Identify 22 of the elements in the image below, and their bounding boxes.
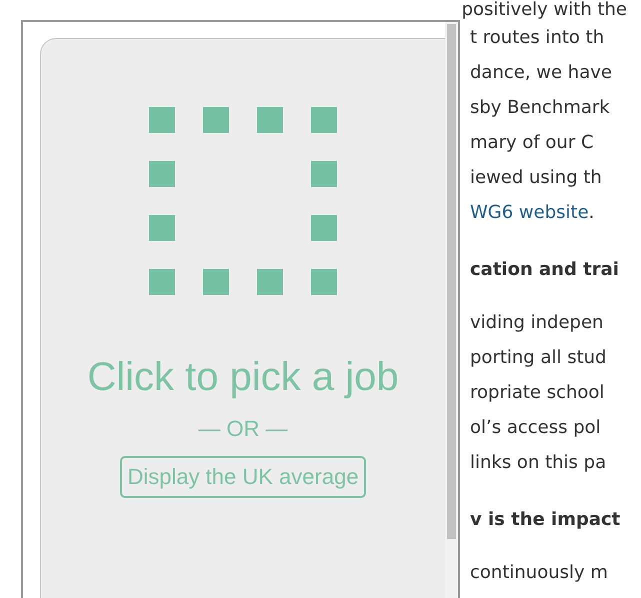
article-text: positively with the xyxy=(462,0,627,20)
or-separator: — OR — xyxy=(198,416,288,442)
square-grid-icon xyxy=(149,107,337,295)
article-text: ol’s access pol xyxy=(470,416,602,440)
article-heading: cation and trai xyxy=(470,258,620,282)
uk-average-button[interactable]: Display the UK average xyxy=(120,456,366,498)
pick-job-prompt[interactable]: Click to pick a job xyxy=(87,355,399,400)
website-link[interactable]: WG6 website xyxy=(470,202,589,223)
article-text: links on this pa xyxy=(470,451,608,475)
article-heading: v is the impact xyxy=(470,508,622,532)
article-text: . xyxy=(588,202,594,223)
scrollbar-thumb[interactable] xyxy=(447,24,456,539)
article-text: dance, we have xyxy=(470,61,613,85)
scrollbar[interactable] xyxy=(445,22,458,598)
article-text: continuously m xyxy=(470,561,609,585)
article-text: porting all stud xyxy=(470,346,608,370)
article-text: mary of our C xyxy=(470,131,595,155)
article-text: ropriate school xyxy=(470,381,606,405)
article-text: viding indepen xyxy=(470,311,604,335)
article-text: sby Benchmark xyxy=(470,96,611,120)
article-text: t routes into th xyxy=(470,26,606,50)
article-text: iewed using th xyxy=(470,166,603,190)
